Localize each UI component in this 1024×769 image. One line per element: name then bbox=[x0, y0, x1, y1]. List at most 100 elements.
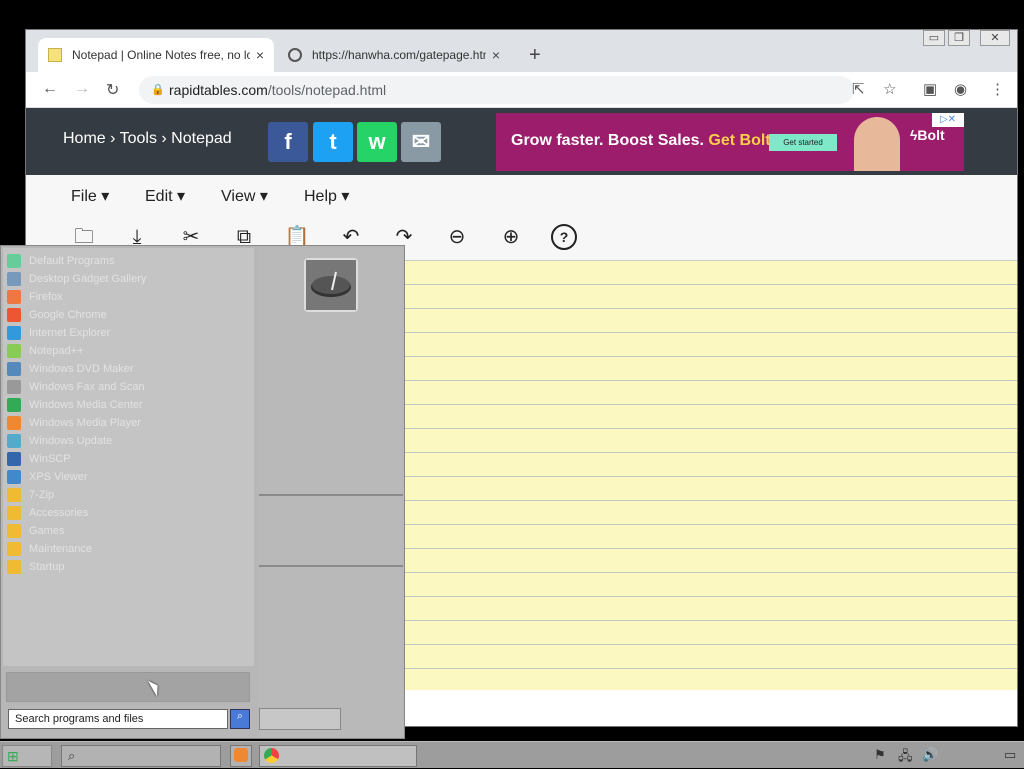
taskbar-media-player[interactable] bbox=[230, 745, 252, 767]
breadcrumb[interactable]: Home › Tools › Notepad bbox=[63, 130, 232, 148]
reload-button[interactable]: ↻ bbox=[106, 80, 119, 100]
program-item[interactable]: Desktop Gadget Gallery bbox=[7, 270, 146, 288]
program-item[interactable]: Notepad++ bbox=[7, 342, 83, 360]
program-icon bbox=[7, 254, 21, 268]
taskbar: ⊞ ⌕ ⚑ 🖧 🔊 ▭ bbox=[0, 741, 1024, 768]
site-header: Home › Tools › Notepad f t w ✉ Grow fast… bbox=[26, 108, 1017, 175]
new-tab-button[interactable]: + bbox=[529, 44, 541, 67]
taskbar-search-box[interactable]: ⌕ bbox=[61, 745, 221, 767]
program-item[interactable]: Games bbox=[7, 522, 64, 540]
all-programs-back-bar[interactable] bbox=[6, 672, 250, 702]
notepad-favicon-icon bbox=[48, 48, 62, 62]
program-label: Default Programs bbox=[29, 255, 115, 267]
menu-icon[interactable]: ⋮ bbox=[990, 80, 1005, 98]
user-avatar[interactable] bbox=[304, 258, 358, 312]
forward-button[interactable]: → bbox=[74, 80, 90, 98]
zoom-out-icon[interactable]: ⊖ bbox=[444, 224, 470, 250]
program-icon bbox=[7, 362, 21, 376]
back-button[interactable]: ← bbox=[42, 80, 58, 98]
advertisement-banner[interactable]: Grow faster. Boost Sales. Get Bolt. Get … bbox=[496, 113, 964, 171]
globe-icon bbox=[288, 48, 302, 62]
program-icon bbox=[7, 560, 21, 574]
program-icon bbox=[7, 272, 21, 286]
share-icon[interactable]: ⇱ bbox=[852, 80, 865, 98]
program-label: Notepad++ bbox=[29, 345, 84, 357]
tab-strip: Notepad | Online Notes free, no login × … bbox=[26, 30, 1017, 72]
tab-title: https://hanwha.com/gatepage.html bbox=[312, 48, 486, 62]
menu-file[interactable]: File ▾ bbox=[71, 186, 109, 206]
tab-close-icon[interactable]: × bbox=[492, 47, 500, 63]
start-menu-right-pane bbox=[259, 248, 403, 738]
shutdown-button[interactable] bbox=[259, 708, 341, 730]
search-icon[interactable]: ⌕ bbox=[230, 709, 250, 729]
twitter-icon[interactable]: t bbox=[313, 122, 353, 162]
program-icon bbox=[7, 308, 21, 322]
program-label: Windows Media Player bbox=[29, 417, 141, 429]
program-icon bbox=[7, 380, 21, 394]
star-icon[interactable]: ☆ bbox=[883, 80, 896, 98]
program-label: Internet Explorer bbox=[29, 327, 111, 339]
program-icon bbox=[7, 452, 21, 466]
program-label: Startup bbox=[29, 561, 65, 573]
help-icon[interactable]: ? bbox=[551, 224, 577, 250]
program-item[interactable]: Windows Fax and Scan bbox=[7, 378, 145, 396]
action-center-flag-icon[interactable]: ⚑ bbox=[874, 747, 886, 763]
program-icon bbox=[7, 470, 21, 484]
email-icon[interactable]: ✉ bbox=[401, 122, 441, 162]
adchoices-icon[interactable]: ▷✕ bbox=[932, 113, 964, 127]
program-item[interactable]: Windows Update bbox=[7, 432, 112, 450]
tab-hanwha[interactable]: https://hanwha.com/gatepage.html × bbox=[278, 38, 510, 72]
address-bar[interactable]: 🔒 rapidtables.com/tools/notepad.html bbox=[139, 76, 854, 104]
program-label: Windows Update bbox=[29, 435, 113, 447]
program-item[interactable]: Startup bbox=[7, 558, 64, 576]
program-label: Desktop Gadget Gallery bbox=[29, 273, 147, 285]
program-label: Firefox bbox=[29, 291, 63, 303]
tab-close-icon[interactable]: × bbox=[256, 47, 264, 63]
program-label: Games bbox=[29, 525, 65, 537]
zoom-in-icon[interactable]: ⊕ bbox=[498, 224, 524, 250]
whatsapp-icon[interactable]: w bbox=[357, 122, 397, 162]
program-icon bbox=[7, 398, 21, 412]
profile-icon[interactable]: ◉ bbox=[954, 80, 967, 98]
tab-notepad[interactable]: Notepad | Online Notes free, no login × bbox=[38, 38, 274, 72]
menu-view[interactable]: View ▾ bbox=[221, 186, 268, 206]
media-player-icon bbox=[234, 748, 248, 762]
close-window-button[interactable]: ✕ bbox=[980, 30, 1010, 46]
program-item[interactable]: WinSCP bbox=[7, 450, 71, 468]
taskbar-chrome[interactable] bbox=[259, 745, 417, 767]
start-button[interactable]: ⊞ bbox=[2, 745, 52, 767]
sidebar-icon[interactable]: ▣ bbox=[923, 80, 937, 98]
program-icon bbox=[7, 488, 21, 502]
program-item[interactable]: 7-Zip bbox=[7, 486, 54, 504]
start-menu: Default Programs Desktop Gadget Gallery Fi… bbox=[0, 245, 405, 739]
maximize-button[interactable]: ❐ bbox=[948, 30, 970, 46]
windows-logo-icon: ⊞ bbox=[7, 748, 19, 764]
program-icon bbox=[7, 416, 21, 430]
divider bbox=[259, 565, 403, 567]
program-item[interactable]: Maintenance bbox=[7, 540, 92, 558]
ad-cta-button[interactable]: Get started bbox=[769, 134, 837, 151]
program-label: WinSCP bbox=[29, 453, 71, 465]
program-item[interactable]: Internet Explorer bbox=[7, 324, 110, 342]
menu-help[interactable]: Help ▾ bbox=[304, 186, 349, 206]
program-label: Accessories bbox=[29, 507, 89, 519]
browser-toolbar: ← → ↻ 🔒 rapidtables.com/tools/notepad.ht… bbox=[26, 72, 1017, 108]
lock-icon: 🔒 bbox=[151, 84, 165, 96]
url-path: /tools/notepad.html bbox=[267, 82, 387, 98]
program-item[interactable]: Windows Media Center bbox=[7, 396, 143, 414]
facebook-icon[interactable]: f bbox=[268, 122, 308, 162]
network-icon[interactable]: 🖧 bbox=[898, 747, 913, 769]
menu-edit[interactable]: Edit ▾ bbox=[145, 186, 185, 206]
program-item[interactable]: Windows Media Player bbox=[7, 414, 141, 432]
program-item[interactable]: Default Programs bbox=[7, 252, 115, 270]
program-item[interactable]: Google Chrome bbox=[7, 306, 107, 324]
program-icon bbox=[7, 290, 21, 304]
program-item[interactable]: Accessories bbox=[7, 504, 88, 522]
volume-icon[interactable]: 🔊 bbox=[922, 747, 938, 763]
program-item[interactable]: Firefox bbox=[7, 288, 63, 306]
start-search-input[interactable]: Search programs and files bbox=[8, 709, 228, 729]
program-item[interactable]: Windows DVD Maker bbox=[7, 360, 134, 378]
minimize-button[interactable]: ▭ bbox=[923, 30, 945, 46]
program-item[interactable]: XPS Viewer bbox=[7, 468, 88, 486]
show-desktop-icon[interactable]: ▭ bbox=[1004, 747, 1016, 763]
